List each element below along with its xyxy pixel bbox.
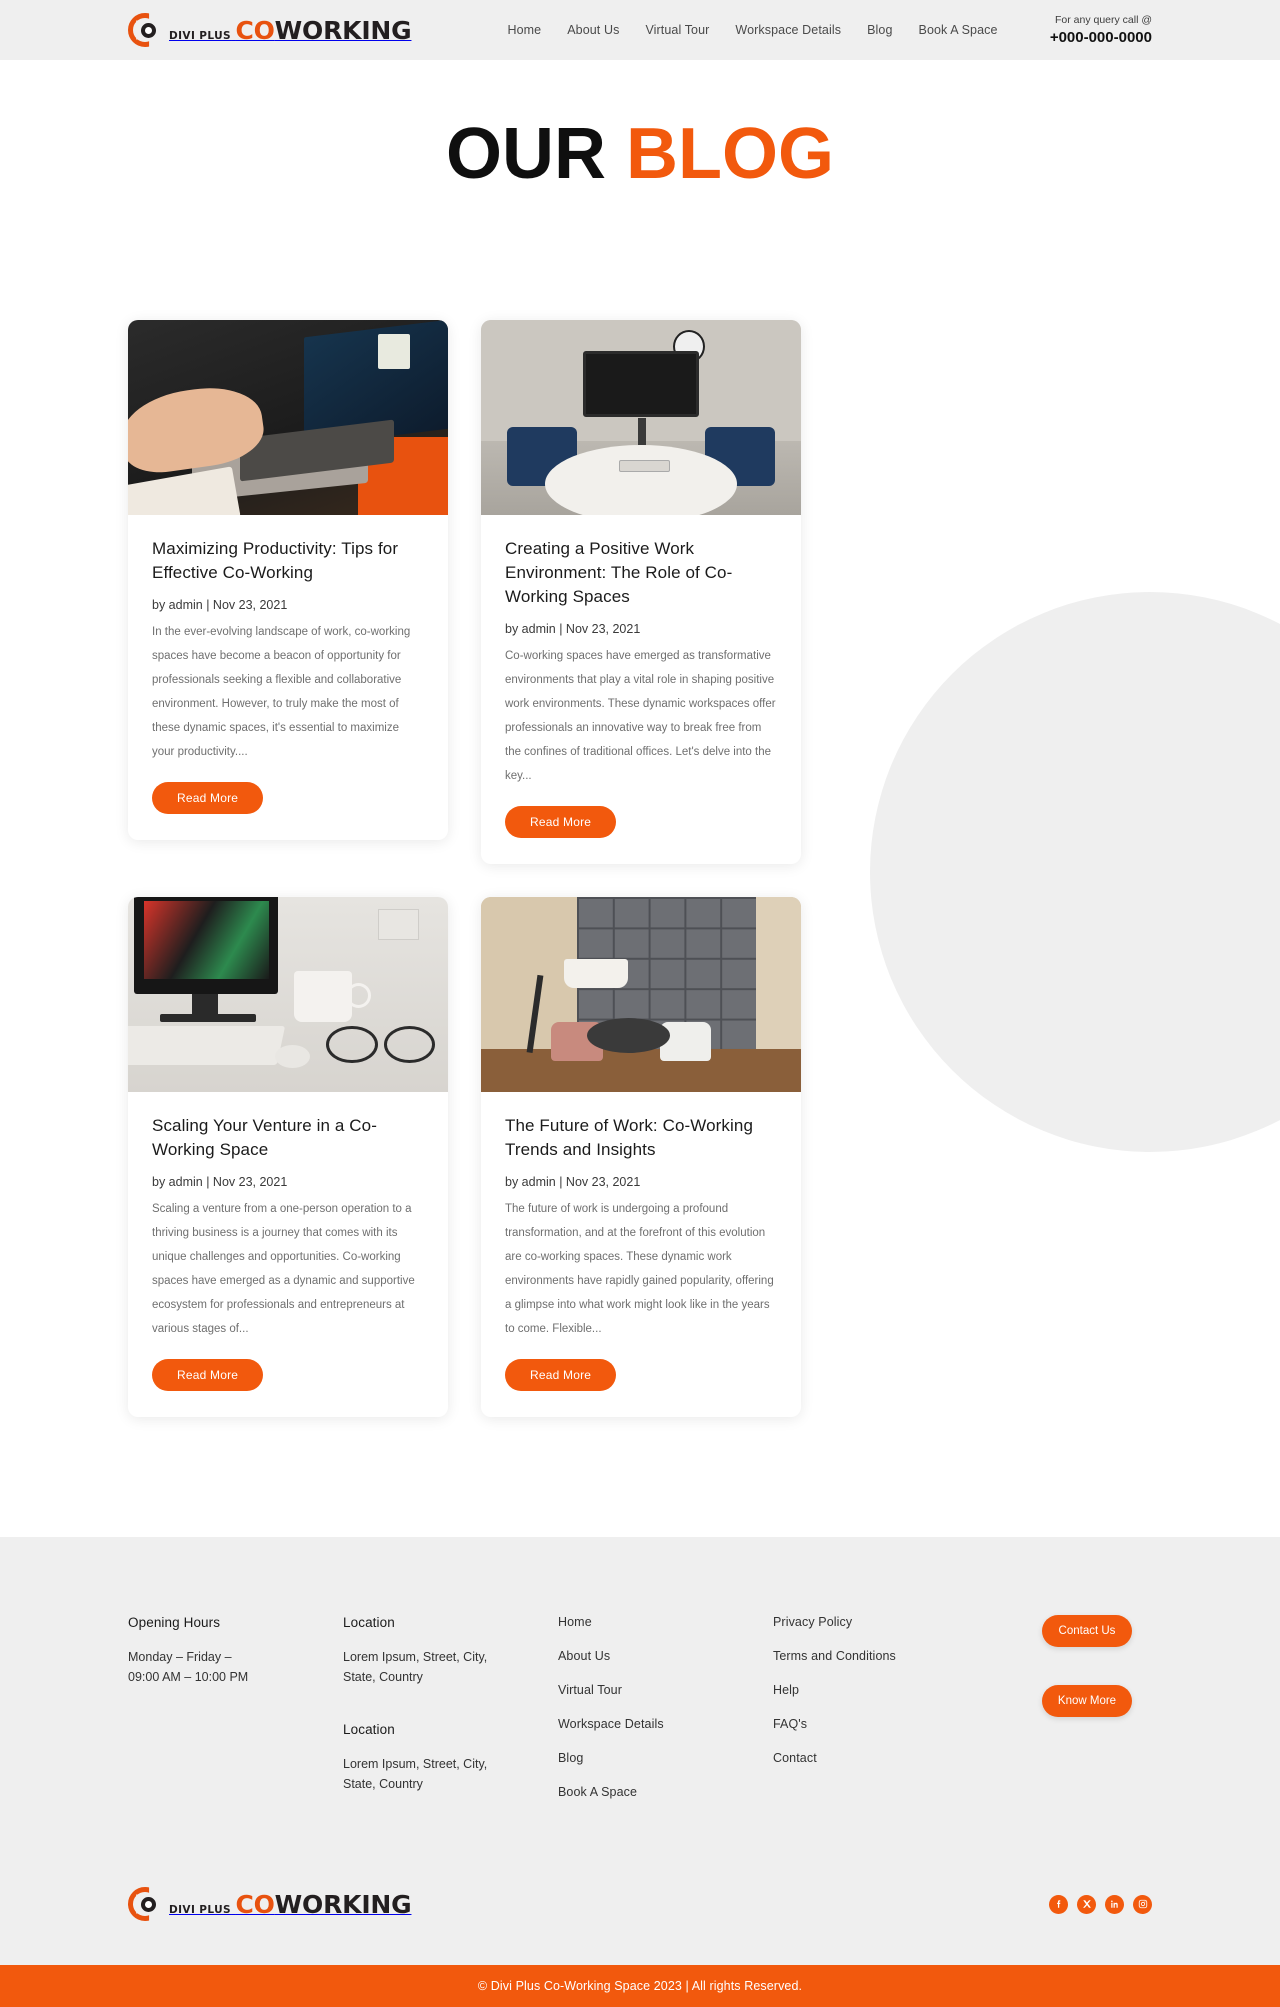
blog-card-body: Maximizing Productivity: Tips for Effect… (128, 515, 448, 840)
footer-location-line2: State, Country (343, 1670, 423, 1685)
site-logo[interactable]: DIVI PLUS COWORKING (128, 13, 412, 47)
read-more-button[interactable]: Read More (152, 781, 264, 814)
page-hero: OUR BLOG (0, 60, 1280, 220)
blog-card-excerpt: The future of work is undergoing a profo… (505, 1203, 774, 1335)
blog-grid: Maximizing Productivity: Tips for Effect… (128, 320, 1152, 1417)
contact-us-button[interactable]: Contact Us (1042, 1614, 1132, 1647)
site-header: DIVI PLUS COWORKING Home About Us Virtua… (0, 0, 1280, 60)
footer-link-terms-and-conditions[interactable]: Terms and Conditions (773, 1649, 1023, 1663)
site-footer: Opening Hours Monday – Friday – 09:00 AM… (0, 1536, 1280, 1965)
blog-card-title[interactable]: The Future of Work: Co-Working Trends an… (505, 1114, 777, 1162)
blog-card[interactable]: Maximizing Productivity: Tips for Effect… (128, 320, 448, 840)
footer-column-hours: Opening Hours Monday – Friday – 09:00 AM… (128, 1615, 343, 1688)
footer-link-about-us[interactable]: About Us (558, 1649, 773, 1663)
blog-card-body: Creating a Positive Work Environment: Th… (481, 515, 801, 864)
footer-hours-line2: 09:00 AM – 10:00 PM (128, 1670, 249, 1685)
blog-card-title[interactable]: Maximizing Productivity: Tips for Effect… (152, 537, 424, 585)
x-twitter-icon[interactable] (1077, 1894, 1096, 1914)
footer-column-nav: Home About Us Virtual Tour Workspace Det… (558, 1615, 773, 1819)
footer-location-line1: Lorem Ipsum, Street, City, (343, 1756, 488, 1771)
blog-card-excerpt: In the ever-evolving landscape of work, … (152, 626, 411, 758)
logo-main-text: COWORKING (235, 16, 411, 45)
coworking-logo-icon (128, 1887, 162, 1921)
footer-link-contact[interactable]: Contact (773, 1751, 1023, 1765)
footer-location-block: Location Lorem Ipsum, Street, City, Stat… (343, 1722, 558, 1795)
footer-column-locations: Location Lorem Ipsum, Street, City, Stat… (343, 1615, 558, 1830)
read-more-button[interactable]: Read More (505, 805, 617, 838)
page-title-accent: BLOG (626, 114, 834, 194)
nav-item-blog[interactable]: Blog (867, 23, 892, 37)
blog-card[interactable]: Creating a Positive Work Environment: Th… (481, 320, 801, 864)
blog-card[interactable]: The Future of Work: Co-Working Trends an… (481, 896, 801, 1417)
header-query-label: For any query call @ (1054, 14, 1152, 26)
footer-link-home[interactable]: Home (558, 1615, 773, 1629)
footer-columns: Opening Hours Monday – Friday – 09:00 AM… (128, 1614, 1152, 1830)
footer-column-info: Privacy Policy Terms and Conditions Help… (773, 1615, 1023, 1785)
copyright-bar: © Divi Plus Co-Working Space 2023 | All … (0, 1965, 1280, 2007)
nav-item-virtual-tour[interactable]: Virtual Tour (645, 23, 709, 37)
primary-nav: Home About Us Virtual Tour Workspace Det… (507, 23, 997, 37)
footer-logo-kicker: DIVI PLUS (169, 1903, 232, 1916)
footer-hours-heading: Opening Hours (128, 1614, 221, 1630)
logo-accent-text: CO (235, 15, 275, 45)
footer-link-blog[interactable]: Blog (558, 1751, 773, 1765)
footer-location-heading: Location (343, 1721, 395, 1737)
footer-link-faqs[interactable]: FAQ's (773, 1717, 1023, 1731)
footer-link-book-a-space[interactable]: Book A Space (558, 1785, 773, 1799)
page-title: OUR BLOG (0, 118, 1280, 190)
footer-link-virtual-tour[interactable]: Virtual Tour (558, 1683, 773, 1697)
footer-logo-accent-text: CO (235, 1889, 275, 1919)
footer-location-heading: Location (343, 1614, 395, 1630)
footer-bottom-bar: DIVI PLUS COWORKING (128, 1887, 1152, 1921)
blog-card-meta: by admin | Nov 23, 2021 (152, 1175, 288, 1190)
nav-item-home[interactable]: Home (507, 23, 541, 37)
blog-card-body: The Future of Work: Co-Working Trends an… (481, 1092, 801, 1417)
know-more-button[interactable]: Know More (1042, 1684, 1132, 1717)
blog-card-excerpt: Co-working spaces have emerged as transf… (505, 650, 776, 782)
footer-location-block: Location Lorem Ipsum, Street, City, Stat… (343, 1615, 558, 1688)
footer-logo-main-text: COWORKING (235, 1890, 411, 1919)
social-links (1049, 1894, 1152, 1914)
nav-item-workspace-details[interactable]: Workspace Details (735, 23, 841, 37)
blog-card-meta: by admin | Nov 23, 2021 (505, 622, 641, 637)
coworking-logo-icon (128, 13, 162, 47)
blog-section: Maximizing Productivity: Tips for Effect… (0, 220, 1280, 1537)
footer-logo-rest-text: WORKING (274, 1889, 412, 1919)
logo-kicker: DIVI PLUS (169, 29, 232, 42)
blog-card-body: Scaling Your Venture in a Co-Working Spa… (128, 1092, 448, 1417)
nav-item-about-us[interactable]: About Us (567, 23, 619, 37)
header-contact: For any query call @ +000-000-0000 (1050, 14, 1152, 46)
read-more-button[interactable]: Read More (505, 1358, 617, 1391)
facebook-icon[interactable] (1049, 1894, 1068, 1914)
blog-card-image-person-typing-on-laptop (128, 320, 448, 515)
blog-card-image-desk-with-monitor-mug-glasses (128, 896, 448, 1092)
blog-card-title[interactable]: Creating a Positive Work Environment: Th… (505, 537, 777, 609)
footer-column-buttons: Contact Us Know More (1042, 1614, 1152, 1755)
read-more-button[interactable]: Read More (152, 1358, 264, 1391)
linkedin-icon[interactable] (1105, 1894, 1124, 1914)
blog-card-meta: by admin | Nov 23, 2021 (505, 1175, 641, 1190)
blog-card[interactable]: Scaling Your Venture in a Co-Working Spa… (128, 896, 448, 1417)
blog-card-excerpt: Scaling a venture from a one-person oper… (152, 1203, 415, 1335)
page-title-dark: OUR (446, 114, 606, 194)
logo-rest-text: WORKING (274, 15, 412, 45)
footer-location-line1: Lorem Ipsum, Street, City, (343, 1649, 488, 1664)
footer-logo-wordmark: DIVI PLUS COWORKING (169, 1890, 412, 1919)
blog-card-image-lounge-with-bookshelf (481, 896, 801, 1092)
logo-wordmark: DIVI PLUS COWORKING (169, 16, 412, 45)
footer-link-privacy-policy[interactable]: Privacy Policy (773, 1615, 1023, 1629)
blog-card-title[interactable]: Scaling Your Venture in a Co-Working Spa… (152, 1114, 424, 1162)
footer-hours-line1: Monday – Friday – (128, 1649, 232, 1664)
blog-card-meta: by admin | Nov 23, 2021 (152, 598, 288, 613)
footer-location-line2: State, Country (343, 1777, 423, 1792)
footer-link-workspace-details[interactable]: Workspace Details (558, 1717, 773, 1731)
nav-item-book-a-space[interactable]: Book A Space (919, 23, 998, 37)
footer-link-help[interactable]: Help (773, 1683, 1023, 1697)
blog-card-image-meeting-room-with-monitor (481, 320, 801, 515)
footer-logo[interactable]: DIVI PLUS COWORKING (128, 1887, 412, 1921)
instagram-icon[interactable] (1133, 1894, 1152, 1914)
header-phone-number[interactable]: +000-000-0000 (1050, 29, 1152, 46)
